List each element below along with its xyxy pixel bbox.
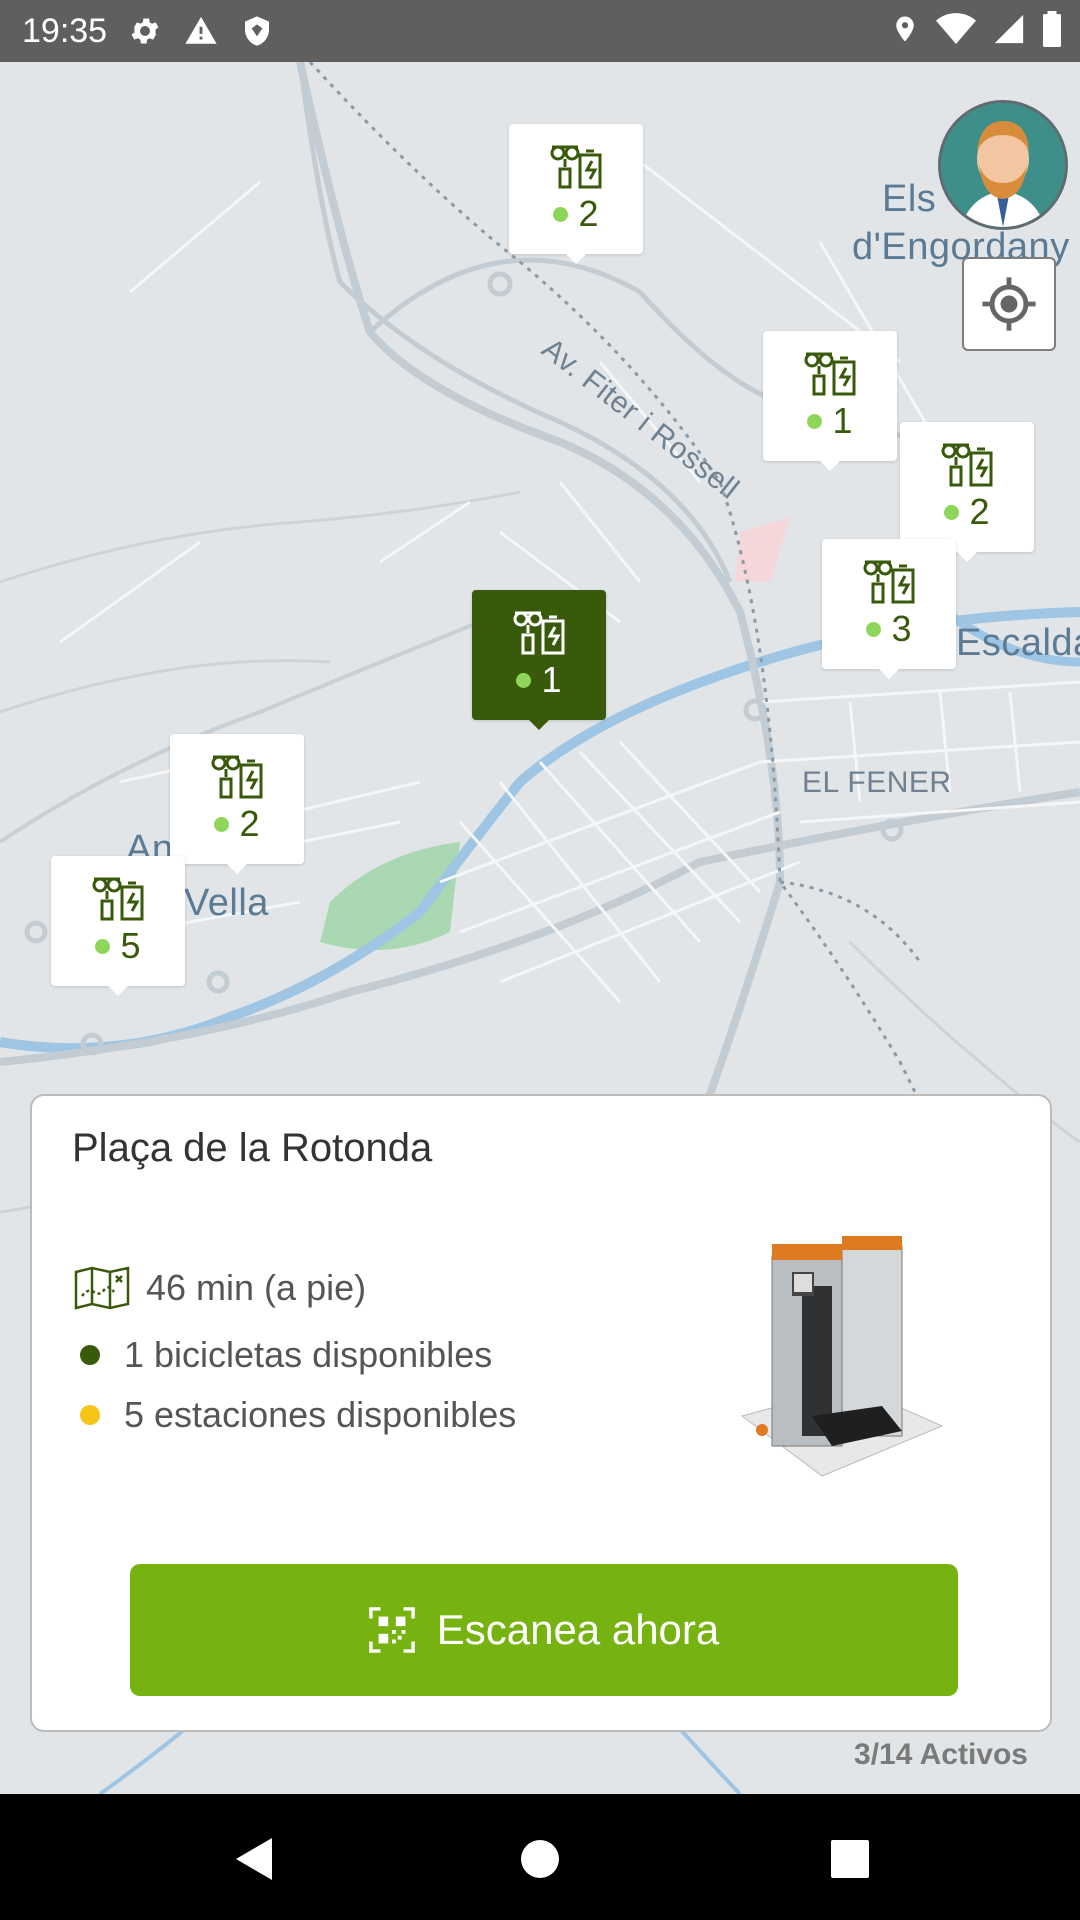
station-bike-count: 1	[541, 659, 562, 700]
recents-icon	[831, 1840, 869, 1878]
available-dot	[553, 206, 569, 222]
bikes-row: 1 bicicletas disponibles	[74, 1334, 492, 1376]
station-bike-count: 2	[239, 803, 260, 844]
crosshair-icon	[982, 277, 1036, 331]
station-marker[interactable]: 2	[509, 124, 643, 264]
home-icon	[521, 1840, 559, 1878]
warning-icon	[181, 11, 221, 51]
map-icon	[74, 1266, 130, 1310]
bike-station-icon	[513, 611, 565, 655]
status-time: 19:35	[22, 11, 108, 50]
shield-icon	[237, 11, 277, 51]
active-count: 3/14 Activos	[854, 1738, 1028, 1771]
station-bike-count: 2	[969, 491, 990, 532]
station-bike-count: 5	[120, 925, 141, 966]
qr-scan-icon	[368, 1607, 415, 1653]
station-marker[interactable]: 2	[900, 422, 1034, 562]
status-bar: 19:35	[0, 0, 1080, 62]
back-icon	[236, 1838, 272, 1880]
user-avatar[interactable]	[938, 100, 1068, 230]
bike-station-icon	[211, 755, 263, 799]
available-dot	[944, 504, 960, 520]
available-dot	[95, 938, 111, 954]
station-marker[interactable]: 1	[763, 331, 897, 471]
map-label-els: Els	[882, 178, 937, 220]
recents-button[interactable]	[815, 1824, 885, 1894]
bikes-bullet	[80, 1345, 100, 1365]
available-dot	[807, 413, 823, 429]
station-info-card: Plaça de la Rotonda 46 min (a pie) 1 bic…	[30, 1094, 1052, 1732]
stations-bullet	[80, 1405, 100, 1425]
scan-button-label: Escanea ahora	[436, 1606, 720, 1653]
station-marker[interactable]: 3	[822, 539, 956, 679]
walk-time-row: 46 min (a pie)	[74, 1266, 366, 1310]
system-nav-bar	[0, 1794, 1080, 1920]
bike-station-icon	[863, 560, 915, 604]
stations-available: 5 estaciones disponibles	[124, 1394, 517, 1435]
map-label-escaldes: Escalda	[956, 622, 1080, 664]
back-button[interactable]	[218, 1824, 288, 1894]
map-label-el-fener: EL FENER	[802, 766, 952, 799]
my-location-button[interactable]	[962, 257, 1056, 351]
bike-station-icon	[941, 443, 993, 487]
bikes-available: 1 bicicletas disponibles	[124, 1334, 493, 1375]
scan-now-button[interactable]: Escanea ahora	[130, 1564, 958, 1696]
walk-time: 46 min (a pie)	[146, 1267, 367, 1308]
station-bike-count: 1	[832, 400, 853, 441]
available-dot	[516, 672, 532, 688]
bike-station-icon	[804, 352, 856, 396]
station-marker-selected[interactable]: 1	[472, 590, 606, 730]
settings-icon	[125, 11, 165, 51]
station-name: Plaça de la Rotonda	[72, 1126, 433, 1170]
map-label-vella: Vella	[184, 882, 269, 924]
location-icon	[890, 11, 920, 52]
bike-station-icon	[92, 877, 144, 921]
station-bike-count: 3	[891, 608, 912, 649]
station-marker[interactable]: 2	[170, 734, 304, 874]
docking-station-image	[740, 1236, 944, 1477]
wifi-icon	[936, 12, 976, 51]
parking-area	[735, 517, 790, 582]
signal-icon	[992, 12, 1026, 51]
avatar-illustration	[941, 103, 1065, 227]
station-bike-count: 2	[578, 193, 599, 234]
stations-row: 5 estaciones disponibles	[74, 1394, 516, 1436]
available-dot	[866, 621, 882, 637]
home-button[interactable]	[505, 1824, 575, 1894]
battery-icon	[1042, 11, 1062, 52]
station-marker[interactable]: 5	[51, 856, 185, 996]
available-dot	[214, 816, 230, 832]
bike-station-icon	[550, 145, 602, 189]
